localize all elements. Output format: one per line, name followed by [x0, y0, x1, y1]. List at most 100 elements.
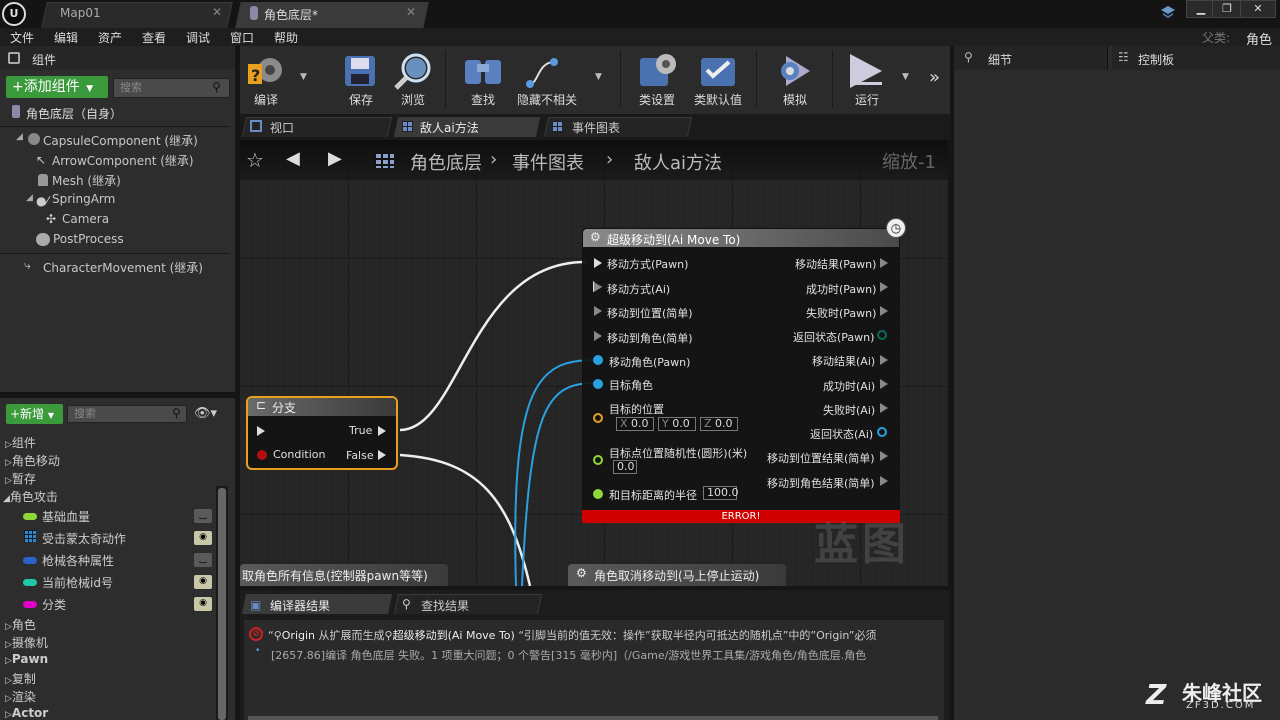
search-icon: ⚲ — [402, 597, 411, 611]
chevron-down-icon[interactable]: ▼ — [595, 72, 602, 82]
exec-in-pin[interactable] — [594, 331, 602, 341]
chevron-down-icon[interactable]: ▼ — [902, 72, 909, 82]
category-pawn[interactable]: ▷Pawn — [5, 652, 48, 666]
eye-visibility-icon[interactable]: 👁︎▾ — [194, 406, 217, 421]
vector-x-field[interactable]: X 0.0 — [616, 417, 654, 431]
menu-file[interactable]: 文件 — [10, 29, 34, 46]
exec-out-pin[interactable] — [880, 306, 888, 316]
toolbar-overflow-icon[interactable]: » — [929, 67, 940, 88]
exec-out-pin[interactable] — [880, 355, 888, 365]
float-pin[interactable] — [593, 455, 603, 465]
stop-movement-node[interactable]: 角色取消移动到(马上停止运动) — [568, 564, 786, 586]
eye-open-icon[interactable]: ◉ — [194, 531, 212, 545]
random-radius-field[interactable]: 0.0 — [613, 460, 637, 474]
object-pin[interactable] — [593, 379, 603, 389]
play-button[interactable]: 运行 — [837, 91, 897, 108]
component-charactermovement[interactable]: CharacterMovement (继承) — [43, 259, 203, 276]
eye-open-icon[interactable]: ◉ — [194, 575, 212, 589]
variable-base-hp[interactable]: 基础血量 — [42, 508, 90, 525]
vector-z-field[interactable]: Z 0.0 — [700, 417, 738, 431]
notification-icon[interactable] — [1159, 4, 1177, 20]
eye-open-icon[interactable]: ◉ — [194, 597, 212, 611]
eye-closed-icon[interactable]: ‿ — [194, 509, 212, 523]
exec-in-pin[interactable] — [257, 426, 265, 436]
search-icon: ⚲ — [964, 50, 973, 64]
menu-help[interactable]: 帮助 — [274, 29, 298, 46]
browse-button[interactable]: 浏览 — [383, 91, 443, 108]
menu-edit[interactable]: 编辑 — [54, 29, 78, 46]
class-settings-button[interactable]: 类设置 — [627, 91, 687, 108]
exec-in-pin[interactable] — [594, 282, 602, 292]
menu-asset[interactable]: 资产 — [98, 29, 122, 46]
category-rendering[interactable]: ▷渲染 — [5, 688, 36, 705]
maximize-button[interactable]: ❐ — [1212, 0, 1242, 18]
category-character[interactable]: ▷角色 — [5, 616, 36, 633]
exec-in-pin[interactable] — [594, 306, 602, 316]
vector-pin[interactable] — [593, 413, 603, 423]
mybp-search-input[interactable]: 搜索 — [67, 405, 187, 423]
true-exec-pin[interactable] — [378, 426, 386, 436]
compile-button[interactable]: 编译 — [236, 91, 296, 108]
component-root[interactable]: 角色底层（自身） — [26, 105, 122, 122]
menu-window[interactable]: 窗口 — [230, 29, 254, 46]
add-component-button[interactable]: +添加组件 ▼ — [6, 76, 108, 98]
variable-category[interactable]: 分类 — [42, 596, 66, 613]
category-movement[interactable]: ▷角色移动 — [5, 452, 60, 469]
exec-out-pin[interactable] — [880, 258, 888, 268]
exec-out-pin[interactable] — [880, 403, 888, 413]
components-title: 组件 — [32, 53, 57, 67]
scrollbar-thumb[interactable] — [218, 488, 226, 720]
exec-in-pin[interactable] — [594, 258, 602, 268]
close-window-button[interactable]: ✕ — [1240, 0, 1276, 18]
exec-out-pin[interactable] — [880, 379, 888, 389]
expand-arrow-icon[interactable]: ◢ — [16, 132, 23, 142]
menu-debug[interactable]: 调试 — [186, 29, 210, 46]
error-icon: ⊘ — [249, 627, 263, 641]
acceptance-radius-field[interactable]: 100.0 — [703, 486, 739, 500]
log-scrollbar[interactable] — [248, 716, 938, 720]
component-capsule[interactable]: CapsuleComponent (继承) — [43, 132, 198, 149]
find-button[interactable]: 查找 — [453, 91, 513, 108]
component-mesh[interactable]: Mesh (继承) — [52, 172, 121, 189]
component-postprocess[interactable]: PostProcess — [53, 232, 124, 246]
category-temp[interactable]: ▷暂存 — [5, 470, 36, 487]
exec-out-pin[interactable] — [880, 451, 888, 461]
category-components[interactable]: ▷组件 — [5, 434, 36, 451]
menu-view[interactable]: 查看 — [142, 29, 166, 46]
enum-pin[interactable] — [877, 330, 887, 340]
exec-out-pin[interactable] — [880, 476, 888, 486]
log-origin-link[interactable]: Origin — [282, 629, 315, 642]
false-exec-pin[interactable] — [378, 450, 386, 460]
eye-closed-icon[interactable]: ‿ — [194, 553, 212, 567]
hide-unrelated-button[interactable]: 隐藏不相关 — [512, 91, 582, 108]
get-character-info-node[interactable]: 取角色所有信息(控制器pawn等等) — [240, 564, 448, 586]
category-attack[interactable]: ◢角色攻击 — [3, 488, 58, 505]
component-arrow[interactable]: ArrowComponent (继承) — [52, 152, 194, 169]
category-replication[interactable]: ▷复制 — [5, 670, 36, 687]
log-error-line[interactable]: “⚲Origin 从扩展而生成⚲超级移动到(Ai Move To) “引脚当前的… — [268, 627, 942, 643]
component-camera[interactable]: Camera — [62, 212, 109, 226]
tab-details[interactable] — [954, 46, 1108, 70]
component-springarm[interactable]: SpringArm — [52, 192, 115, 206]
save-button[interactable]: 保存 — [331, 91, 391, 108]
class-defaults-button[interactable]: 类默认值 — [690, 91, 746, 108]
tab-viewport[interactable] — [241, 117, 393, 137]
condition-pin[interactable] — [257, 450, 267, 460]
simulate-button[interactable]: 模拟 — [765, 91, 825, 108]
object-pin[interactable] — [593, 355, 603, 365]
expand-arrow-icon[interactable]: ◢ — [26, 193, 33, 203]
variable-gun-id[interactable]: 当前枪械id号 — [42, 574, 113, 591]
log-node-link[interactable]: 超级移动到(Ai Move To) — [393, 629, 515, 642]
enum-pin[interactable] — [877, 427, 887, 437]
category-camera[interactable]: ▷摄像机 — [5, 634, 48, 651]
category-actor[interactable]: ▷Actor — [5, 706, 48, 720]
chevron-down-icon[interactable]: ▼ — [300, 72, 307, 82]
exec-out-pin[interactable] — [880, 282, 888, 292]
add-new-button[interactable]: +新增 ▼ — [6, 404, 63, 424]
vector-y-field[interactable]: Y 0.0 — [658, 417, 696, 431]
variable-gun-attrs[interactable]: 枪械各种属性 — [42, 552, 114, 569]
close-icon[interactable]: ✕ — [212, 5, 222, 19]
variable-hit-montage[interactable]: 受击蒙太奇动作 — [42, 530, 126, 547]
close-icon[interactable]: ✕ — [406, 5, 416, 19]
float-pin[interactable] — [593, 489, 603, 499]
